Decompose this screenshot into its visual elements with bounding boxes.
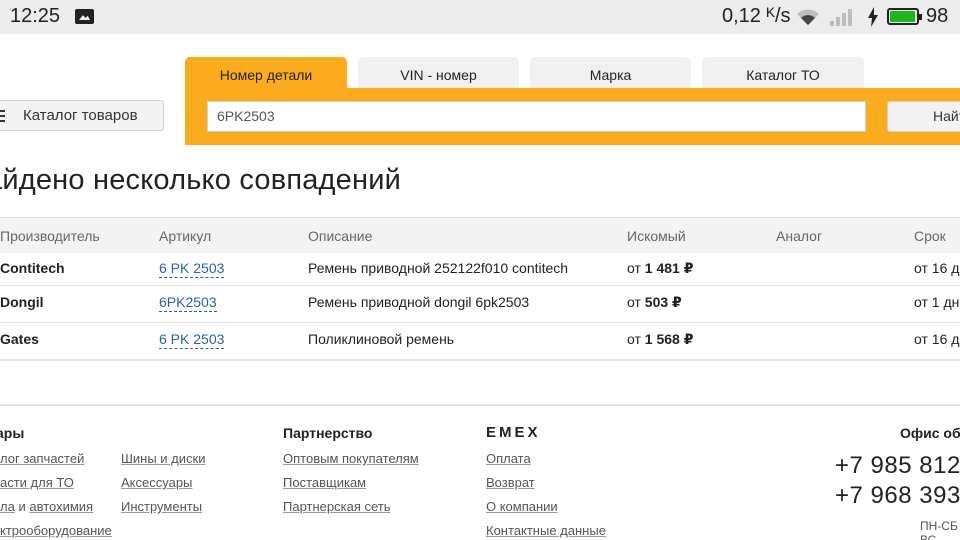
row-price[interactable]: от 1 568 ₽	[627, 331, 693, 348]
footer-link-maintenance-parts[interactable]: асти для ТО	[0, 475, 74, 490]
catalog-button-label: Каталог товаров	[23, 107, 138, 124]
price-value: 1 481 ₽	[644, 260, 694, 276]
footer-partnership-heading: Партнерство	[283, 425, 373, 441]
office-phone-1[interactable]: +7 985 812	[835, 452, 960, 480]
footer-link-tires-wheels[interactable]: Шины и диски	[121, 451, 205, 466]
row-price[interactable]: от 503 ₽	[627, 294, 682, 311]
price-prefix: от	[627, 294, 641, 310]
signal-icon	[830, 9, 852, 26]
row-maker: Dongil	[0, 294, 44, 310]
tab-vin[interactable]: VIN - номер	[358, 57, 519, 88]
footer-link-returns[interactable]: Возврат	[486, 475, 535, 490]
footer-divider	[0, 404, 960, 406]
footer-link-parts-catalog[interactable]: лог запчастей	[0, 451, 84, 466]
column-article[interactable]: Артикул	[159, 228, 211, 244]
row-term: от 16 дн	[914, 260, 960, 276]
row-article-link[interactable]: 6 PK 2503	[159, 331, 225, 349]
footer-goods-heading: ары	[0, 425, 25, 441]
row-article-link[interactable]: 6 PK 2503	[159, 260, 225, 278]
footer-emex-heading: EMEX	[486, 424, 541, 441]
status-time: 12:25	[10, 5, 61, 27]
menu-icon	[0, 110, 5, 122]
row-term: от 1 дн	[914, 294, 960, 310]
column-description: Описание	[308, 228, 373, 244]
picture-notification-icon	[75, 9, 94, 24]
row-term: от 16 дн	[914, 331, 960, 347]
battery-fill	[890, 11, 915, 22]
network-speed: 0,12 ᴷ/s	[722, 5, 791, 27]
row-description: Поликлиновой ремень	[308, 331, 455, 347]
table-row[interactable]: Contitech 6 PK 2503 Ремень приводной 252…	[0, 253, 960, 286]
office-hours-sunday: ВС	[920, 533, 937, 540]
results-table-header: Производитель Артикул Описание Искомый А…	[0, 217, 960, 253]
tab-maintenance-catalog[interactable]: Каталог ТО	[702, 57, 864, 88]
search-input[interactable]: 6PK2503	[207, 101, 866, 132]
row-article-link[interactable]: 6PK2503	[159, 294, 217, 312]
footer-oils-line: ла и автохимия	[0, 499, 93, 514]
tab-brand[interactable]: Марка	[530, 57, 691, 88]
battery-icon	[887, 8, 922, 25]
office-hours: ПН-СБ ВС	[920, 519, 958, 540]
page-title: айдено несколько совпадений	[0, 164, 402, 196]
footer-link-tools[interactable]: Инструменты	[121, 499, 202, 514]
wifi-icon	[797, 9, 819, 25]
office-phone-2[interactable]: +7 968 393	[835, 482, 960, 510]
column-term[interactable]: Срок	[914, 228, 946, 244]
footer-link-auto-chemistry[interactable]: автохимия	[29, 499, 93, 514]
price-value: 1 568 ₽	[644, 331, 694, 347]
footer-link-about[interactable]: О компании	[486, 499, 558, 514]
charging-icon	[868, 7, 878, 27]
battery-percent: 98	[926, 5, 949, 27]
footer-link-electrical[interactable]: ктрооборудование	[0, 523, 112, 538]
row-description: Ремень приводной 252122f010 contitech	[308, 260, 569, 276]
table-row[interactable]: Dongil 6PK2503 Ремень приводной dongil 6…	[0, 286, 960, 323]
table-divider	[0, 359, 960, 361]
price-prefix: от	[627, 331, 641, 347]
table-row[interactable]: Gates 6 PK 2503 Поликлиновой ремень от 1…	[0, 323, 960, 360]
search-button[interactable]: Найти	[887, 101, 960, 132]
column-searched[interactable]: Искомый	[627, 228, 686, 244]
footer-and-word: и	[18, 499, 26, 514]
footer-link-contacts[interactable]: Контактные данные	[486, 523, 606, 538]
footer-link-wholesale[interactable]: Оптовым покупателям	[283, 451, 419, 466]
footer-link-oils[interactable]: ла	[0, 499, 15, 514]
footer-office-heading: Офис об	[900, 425, 960, 441]
catalog-button[interactable]: Каталог товаров	[0, 100, 164, 131]
footer-link-suppliers[interactable]: Поставщикам	[283, 475, 366, 490]
column-maker[interactable]: Производитель	[0, 228, 100, 244]
footer-link-partner-network[interactable]: Партнерская сеть	[283, 499, 391, 514]
price-prefix: от	[627, 260, 641, 276]
status-bar: 12:25 0,12 ᴷ/s 98	[0, 0, 960, 34]
tab-part-number[interactable]: Номер детали	[185, 57, 347, 88]
row-maker: Contitech	[0, 260, 65, 276]
price-value: 503 ₽	[644, 294, 682, 310]
row-maker: Gates	[0, 331, 39, 347]
row-price[interactable]: от 1 481 ₽	[627, 260, 693, 277]
column-analog[interactable]: Аналог	[776, 228, 822, 244]
office-hours-weekdays: ПН-СБ	[920, 519, 958, 533]
footer-link-accessories[interactable]: Аксессуары	[121, 475, 192, 490]
row-description: Ремень приводной dongil 6pk2503	[308, 294, 530, 310]
footer-link-payment[interactable]: Оплата	[486, 451, 531, 466]
